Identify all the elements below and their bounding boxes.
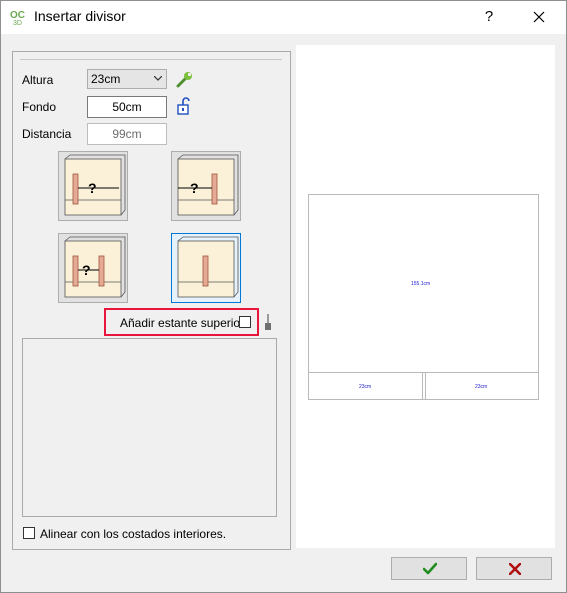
svg-text:?: ? [82,262,91,278]
divider-option-double-button[interactable]: ? [58,233,128,303]
altura-select[interactable]: 23cm [87,69,167,89]
wrench-icon[interactable] [176,70,194,88]
svg-text:3D: 3D [13,20,22,26]
description-box [22,338,277,517]
shelf-tool-icon [265,314,271,330]
preview-left-dimension: 23cm [359,384,372,390]
align-label: Alinear con los costados interiores. [40,527,227,541]
checkmark-icon [423,562,437,575]
svg-text:?: ? [190,180,199,196]
divider-option-centered-button[interactable]: ? [58,151,128,221]
preview-cabinet-outline [308,194,539,400]
add-top-shelf-label: Añadir estante superior [120,316,245,330]
cross-icon [509,563,521,575]
unlock-icon[interactable] [176,97,192,115]
cabinet-divider-centered-icon: ? [64,154,126,216]
close-icon[interactable] [526,6,552,28]
cabinet-divider-right-icon: ? [177,154,239,216]
distancia-label: Distancia [22,127,72,141]
fondo-label: Fondo [22,100,57,114]
svg-text:?: ? [88,180,97,196]
preview-shelf-line [308,372,539,373]
preview-right-dimension: 23cm [475,384,488,390]
chevron-down-icon [154,76,162,81]
fondo-field[interactable]: 50cm [87,96,167,118]
cabinet-divider-double-icon: ? [64,236,126,298]
preview-divider-line-b [425,373,426,400]
preview-main-dimension: 155.1cm [411,281,431,287]
divider-option-right-button[interactable]: ? [171,151,241,221]
divider-option-middle-button[interactable] [171,233,241,303]
add-top-shelf-checkbox[interactable] [239,316,251,328]
cabinet-divider-middle-icon [177,236,239,298]
altura-value: 23cm [91,72,121,86]
app-logo-icon: OC 3D [10,10,25,26]
altura-label: Altura [22,73,54,87]
help-button[interactable]: ? [478,6,500,28]
distancia-field: 99cm [87,123,167,145]
align-checkbox[interactable] [23,527,35,539]
window-title: Insertar divisor [34,8,126,24]
preview-divider-line-a [422,373,423,400]
ok-button[interactable] [391,557,467,580]
cancel-button[interactable] [476,557,552,580]
